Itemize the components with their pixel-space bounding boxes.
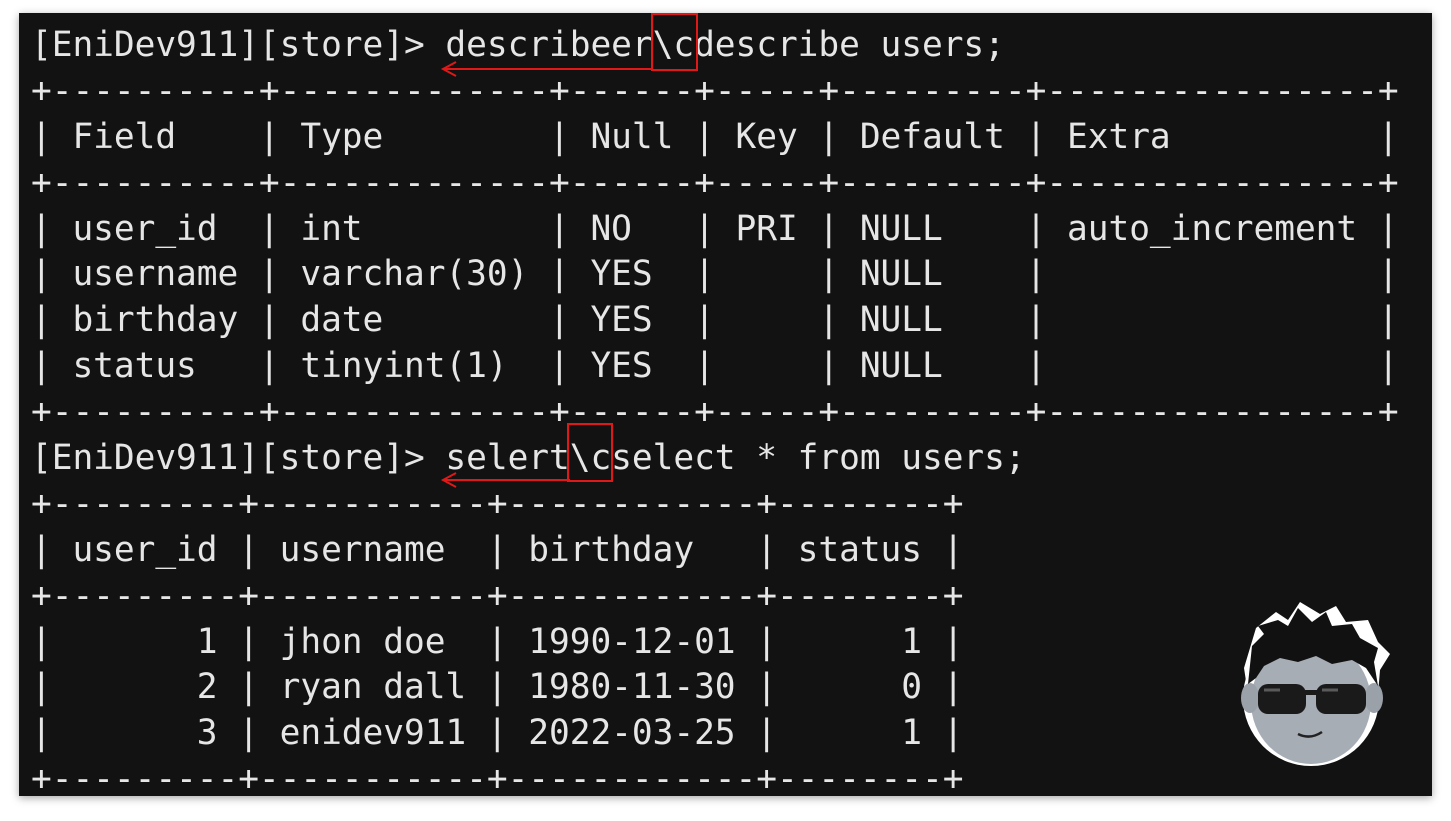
- table-row: | birthday | date | YES | | NULL | |: [31, 300, 1399, 341]
- table-border: +---------+-----------+------------+----…: [31, 575, 964, 616]
- table-row: | 1 | jhon doe | 1990-12-01 | 1 |: [31, 621, 964, 662]
- table-border: +---------+-----------+------------+----…: [31, 759, 964, 796]
- table-row: | 3 | enidev911 | 2022-03-25 | 1 |: [31, 713, 964, 754]
- cartoon-avatar-with-sunglasses-icon: [1241, 602, 1390, 766]
- left-arrow-icon: [440, 61, 653, 77]
- table-row: | username | varchar(30) | YES | | NULL …: [31, 254, 1399, 295]
- command-line-select: [EniDev911][store]> selert\cselect * fro…: [31, 438, 1026, 479]
- table-row: | 2 | ryan dall | 1980-11-30 | 0 |: [31, 667, 964, 708]
- terminal-output: [EniDev911][store]> describeer\cdescribe…: [31, 23, 1399, 796]
- table-border: +---------+-----------+------------+----…: [31, 483, 964, 524]
- table-border: +----------+-------------+------+-----+-…: [31, 70, 1399, 111]
- command-line-describe: [EniDev911][store]> describeer\cdescribe…: [31, 25, 1005, 65]
- table-row: | user_id | int | NO | PRI | NULL | auto…: [31, 208, 1399, 249]
- table-header-row: | Field | Type | Null | Key | Default | …: [31, 116, 1399, 157]
- table-row: | status | tinyint(1) | YES | | NULL | |: [31, 346, 1399, 387]
- left-arrow-icon: [440, 472, 570, 488]
- terminal-window[interactable]: [EniDev911][store]> describeer\cdescribe…: [19, 13, 1432, 796]
- table-header-row: | user_id | username | birthday | status…: [31, 529, 964, 570]
- table-border: +----------+-------------+------+-----+-…: [31, 392, 1399, 433]
- table-border: +----------+-------------+------+-----+-…: [31, 162, 1399, 203]
- highlight-box-clear-command-1: [651, 13, 698, 71]
